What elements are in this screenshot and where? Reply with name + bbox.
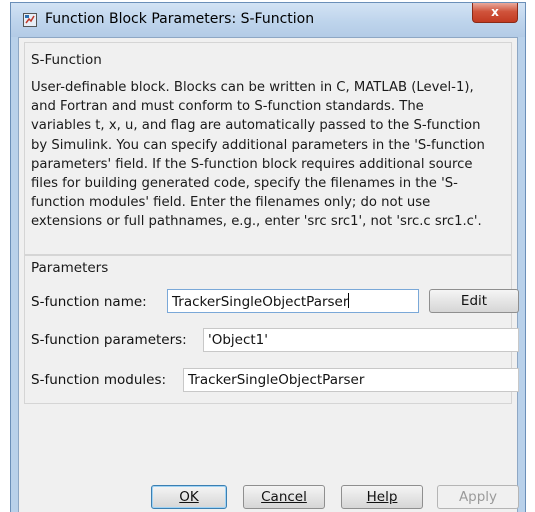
dialog-body: S-Function User-definable block. Blocks … — [18, 37, 519, 512]
close-icon: x — [491, 5, 499, 19]
sfunction-name-field[interactable]: TrackerSingleObjectParser — [167, 289, 419, 313]
apply-button-label: Apply — [458, 489, 498, 505]
ok-button-label: OK — [179, 489, 199, 505]
block-type-header: S-Function — [31, 52, 102, 68]
help-button[interactable]: Help — [341, 485, 423, 509]
cancel-button[interactable]: Cancel — [243, 485, 325, 509]
sfunction-modules-label: S-function modules: — [31, 372, 167, 388]
close-button[interactable]: x — [472, 3, 518, 23]
sfunction-name-value: TrackerSingleObjectParser — [172, 294, 349, 310]
edit-button-label: Edit — [460, 293, 488, 309]
apply-button[interactable]: Apply — [437, 485, 519, 509]
ok-button[interactable]: OK — [151, 485, 227, 509]
sfunction-parameters-value: 'Object1' — [208, 332, 268, 348]
title-bar[interactable]: Function Block Parameters: S-Function x — [11, 3, 525, 37]
sfunction-modules-value: TrackerSingleObjectParser — [188, 372, 365, 388]
window-title: Function Block Parameters: S-Function — [45, 11, 315, 27]
edit-button[interactable]: Edit — [429, 289, 519, 313]
text-caret — [348, 293, 350, 308]
simulink-block-icon — [23, 13, 37, 27]
cancel-button-label: Cancel — [261, 489, 307, 505]
block-description: User-definable block. Blocks can be writ… — [31, 80, 485, 230]
sfunction-modules-field[interactable]: TrackerSingleObjectParser — [183, 368, 519, 392]
dialog-window: Function Block Parameters: S-Function x … — [10, 2, 526, 512]
sfunction-name-label: S-function name: — [31, 294, 147, 310]
sfunction-parameters-label: S-function parameters: — [31, 332, 187, 348]
parameters-header: Parameters — [31, 260, 109, 276]
sfunction-parameters-field[interactable]: 'Object1' — [203, 328, 519, 352]
help-button-label: Help — [366, 489, 398, 505]
